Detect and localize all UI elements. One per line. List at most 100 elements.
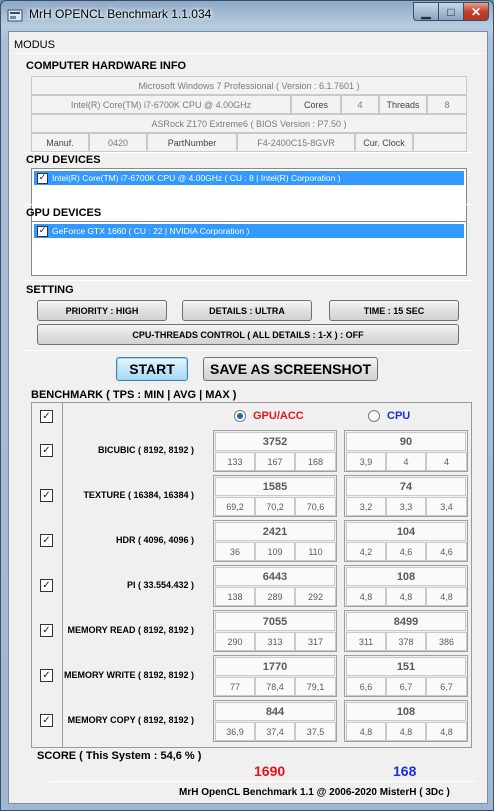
time-button[interactable]: TIME : 15 SEC — [329, 300, 459, 321]
gpu-max-value: 168 — [295, 452, 336, 471]
benchmark-row-checkbox[interactable]: ✓ — [40, 624, 53, 637]
gpu-max-value: 79,1 — [295, 677, 336, 696]
cpu-result-box: 8499 311 378 386 — [344, 610, 468, 652]
benchmark-row-label: MEMORY WRITE ( 8192, 8192 ) — [63, 670, 194, 680]
curclock-value — [413, 133, 467, 152]
gpu-devices-heading: GPU DEVICES — [26, 207, 102, 219]
modus-separator — [13, 53, 483, 54]
score-gpu: 1690 — [254, 763, 286, 779]
cpu-med-value: 6,7 — [386, 677, 426, 696]
manuf-label: Manuf. — [31, 133, 89, 152]
maximize-button[interactable]: □ — [438, 2, 464, 21]
cpu-avg-value: 104 — [346, 522, 466, 541]
benchmark-row-label: HDR ( 4096, 4096 ) — [115, 535, 194, 545]
gpu-result-box: 1585 69,2 70,2 70,6 — [213, 475, 337, 517]
threads-control-button[interactable]: CPU-THREADS CONTROL ( ALL DETAILS : 1-X … — [37, 324, 459, 345]
save-screenshot-button[interactable]: SAVE AS SCREENSHOT — [203, 357, 378, 381]
benchmark-row-checkbox[interactable]: ✓ — [40, 579, 53, 592]
cores-value: 4 — [341, 95, 379, 114]
cpu-avg-value: 108 — [346, 702, 466, 721]
curclock-label: Cur. Clock — [355, 133, 413, 152]
setting-heading: SETTING — [26, 284, 74, 296]
cpu-result-box: 108 4,8 4,8 4,8 — [344, 565, 468, 607]
cpu-max-value: 4 — [426, 452, 467, 471]
partnumber-value: F4-2400C15-8GVR — [237, 133, 355, 152]
cpu-avg-value: 90 — [346, 432, 466, 451]
priority-button[interactable]: PRIORITY : HIGH — [37, 300, 167, 321]
cpu-result-box: 90 3,9 4 4 — [344, 430, 468, 472]
gpu-device-item[interactable]: ✓ GeForce GTX 1660 ( CU : 22 | NVIDIA Co… — [34, 224, 464, 238]
cpu-radio[interactable] — [368, 410, 380, 422]
cpu-min-value: 4,8 — [346, 722, 386, 741]
cpu-med-value: 378 — [386, 632, 426, 651]
cpu-mode-option[interactable]: CPU — [368, 410, 410, 422]
cpu-devices-separator — [23, 204, 473, 205]
benchmark-row-checkbox[interactable]: ✓ — [40, 669, 53, 682]
cpu-result-box: 74 3,2 3,3 3,4 — [344, 475, 468, 517]
gpu-med-value: 37,4 — [255, 722, 295, 741]
gpu-med-value: 109 — [255, 542, 295, 561]
benchmark-row-checkbox[interactable]: ✓ — [40, 534, 53, 547]
cpu-avg-value: 74 — [346, 477, 466, 496]
cpu-med-value: 4 — [386, 452, 426, 471]
gpu-max-value: 317 — [295, 632, 336, 651]
details-button[interactable]: DETAILS : ULTRA — [182, 300, 312, 321]
app-window: MrH OPENCL Benchmark 1.1.034 ▁ □ ✕ MODUS… — [0, 0, 494, 811]
cpu-max-value: 4,8 — [426, 587, 467, 606]
benchmark-row-label: TEXTURE ( 16384, 16384 ) — [83, 490, 194, 500]
gpu-avg-value: 6443 — [215, 567, 335, 586]
gpu-min-value: 36 — [215, 542, 255, 561]
start-button[interactable]: START — [116, 357, 188, 381]
gpu-radio[interactable] — [234, 410, 246, 422]
gpu-max-value: 37,5 — [295, 722, 336, 741]
gpu-result-box: 6443 138 289 292 — [213, 565, 337, 607]
gpu-min-value: 290 — [215, 632, 255, 651]
gpu-avg-value: 2421 — [215, 522, 335, 541]
cpu-max-value: 386 — [426, 632, 467, 651]
gpu-min-value: 77 — [215, 677, 255, 696]
gpu-med-value: 289 — [255, 587, 295, 606]
gpu-result-box: 1770 77 78,4 79,1 — [213, 655, 337, 697]
gpu-med-value: 70,2 — [255, 497, 295, 516]
minimize-button[interactable]: ▁ — [413, 2, 439, 21]
gpu-max-value: 292 — [295, 587, 336, 606]
gpu-med-value: 78,4 — [255, 677, 295, 696]
gpu-avg-value: 3752 — [215, 432, 335, 451]
benchmark-row-checkbox[interactable]: ✓ — [40, 444, 53, 457]
gpu-result-box: 844 36,9 37,4 37,5 — [213, 700, 337, 742]
cpu-min-value: 3,9 — [346, 452, 386, 471]
cpu-field: Intel(R) Core(TM) i7-6700K CPU @ 4.00GHz — [31, 95, 291, 114]
cpu-min-value: 3,2 — [346, 497, 386, 516]
cpu-med-value: 4,6 — [386, 542, 426, 561]
gpu-result-box: 7055 290 313 317 — [213, 610, 337, 652]
threads-label: Threads — [379, 95, 427, 114]
gpu-avg-value: 1585 — [215, 477, 335, 496]
cpu-mode-label: CPU — [387, 410, 411, 422]
modus-label: MODUS — [14, 39, 55, 51]
benchmark-row-label: MEMORY COPY ( 8192, 8192 ) — [67, 715, 194, 725]
gpu-device-checkbox[interactable]: ✓ — [37, 225, 48, 237]
benchmark-row-checkbox[interactable]: ✓ — [40, 489, 53, 502]
gpu-mode-label: GPU/ACC — [253, 410, 304, 422]
benchmark-row-label: BICUBIC ( 8192, 8192 ) — [97, 445, 194, 455]
gpu-max-value: 70,6 — [295, 497, 336, 516]
gpu-devices-list[interactable]: ✓ GeForce GTX 1660 ( CU : 22 | NVIDIA Co… — [31, 221, 467, 276]
gpu-max-value: 110 — [295, 542, 336, 561]
cpu-med-value: 3,3 — [386, 497, 426, 516]
cpu-devices-heading: CPU DEVICES — [26, 154, 101, 166]
title-bar[interactable]: MrH OPENCL Benchmark 1.1.034 ▁ □ ✕ — [1, 1, 494, 29]
select-all-checkbox[interactable]: ✓ — [40, 410, 53, 423]
score-label: SCORE ( This System : 54,6 % ) — [37, 750, 202, 762]
gpu-min-value: 138 — [215, 587, 255, 606]
gpu-mode-option[interactable]: GPU/ACC — [234, 410, 304, 422]
gpu-devices-separator — [23, 280, 473, 281]
benchmark-row-checkbox[interactable]: ✓ — [40, 714, 53, 727]
gpu-device-label: GeForce GTX 1660 ( CU : 22 | NVIDIA Corp… — [52, 226, 250, 236]
cpu-device-item[interactable]: ✓ Intel(R) Core(TM) i7-6700K CPU @ 4.00G… — [34, 171, 464, 185]
close-button[interactable]: ✕ — [463, 2, 489, 21]
gpu-avg-value: 7055 — [215, 612, 335, 631]
cpu-result-box: 151 6,6 6,7 6,7 — [344, 655, 468, 697]
gpu-min-value: 133 — [215, 452, 255, 471]
cpu-device-checkbox[interactable]: ✓ — [37, 172, 48, 184]
cpu-avg-value: 151 — [346, 657, 466, 676]
